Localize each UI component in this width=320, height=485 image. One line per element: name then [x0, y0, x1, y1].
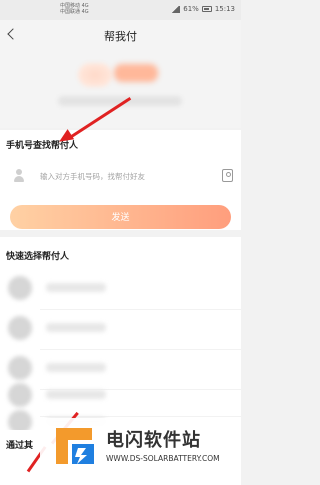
contact-row[interactable]	[0, 270, 241, 310]
section-title-other-methods: 通过其	[6, 441, 34, 451]
battery-icon	[201, 6, 212, 12]
watermark: 电闪软件站 WWW.DS-SOLARBATTERY.COM	[40, 418, 241, 485]
nav-bar: 帮我付	[0, 20, 241, 50]
contact-avatar	[8, 316, 32, 340]
profile-name-blurred	[114, 64, 158, 82]
send-button[interactable]: 发送	[10, 205, 231, 229]
quick-select-section: 快速选择帮付人	[0, 237, 241, 447]
status-bar: 中国移动 4G 中国联通 4G 61% 15:13	[0, 0, 241, 20]
carrier-info: 中国移动 4G 中国联通 4G	[60, 3, 89, 15]
contact-name-blurred	[46, 363, 106, 372]
contacts-book-icon[interactable]	[222, 169, 233, 182]
contact-name-blurred	[46, 390, 106, 399]
avatar	[78, 63, 112, 87]
status-icons: 61% 15:13	[171, 5, 235, 13]
watermark-url: WWW.DS-SOLARBATTERY.COM	[106, 454, 220, 463]
contact-avatar	[8, 276, 32, 300]
screen: 中国移动 4G 中国联通 4G 61% 15:13 帮我付 手机号查找帮付人 发…	[0, 0, 241, 485]
signal-icon	[171, 5, 181, 13]
phone-number-input[interactable]	[40, 169, 212, 183]
user-icon	[14, 169, 24, 182]
battery-percent: 61%	[183, 5, 199, 13]
contact-row[interactable]	[0, 310, 241, 350]
carrier-line-2: 中国联通 4G	[60, 9, 89, 15]
phone-input-row	[0, 160, 241, 200]
contact-name-blurred	[46, 283, 106, 292]
page-title: 帮我付	[104, 30, 137, 43]
clock: 15:13	[214, 5, 235, 13]
profile-header	[0, 50, 241, 128]
contact-name-blurred	[46, 323, 106, 332]
watermark-brand: 电闪软件站	[106, 430, 201, 451]
brand-logo-icon	[56, 428, 94, 464]
section-title-quick-select: 快速选择帮付人	[6, 252, 70, 262]
